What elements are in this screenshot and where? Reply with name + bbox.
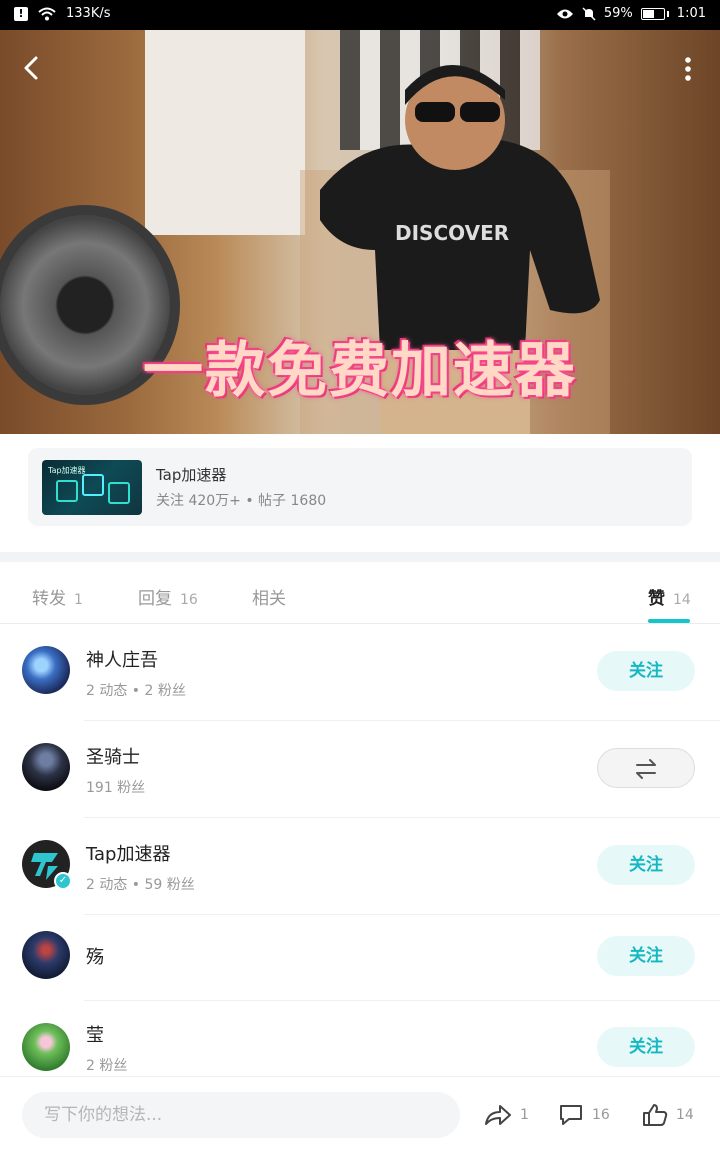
user-name[interactable]: 圣骑士 (86, 743, 140, 769)
svg-text:DISCOVER: DISCOVER (395, 221, 509, 245)
app-meta: 关注 420万+ • 帖子 1680 (156, 493, 327, 509)
battery-icon (640, 7, 669, 20)
avatar[interactable] (22, 646, 70, 694)
like-button[interactable]: 14 (642, 1103, 694, 1127)
user-name[interactable]: 神人庄吾 (86, 646, 158, 672)
tab-count: 14 (673, 592, 691, 608)
tab-bar: 转发 1 回复 16 相关 赞 14 (0, 562, 720, 624)
user-stats: 2 粉丝 (86, 1058, 128, 1074)
follow-button[interactable]: 关注 (597, 651, 695, 691)
bottom-action-bar: 1 16 14 (0, 1076, 720, 1152)
user-stats: 2 动态 • 59 粉丝 (86, 877, 195, 893)
active-tab-indicator (648, 619, 690, 623)
tab-label: 转发 (32, 589, 66, 609)
tab-count: 16 (180, 592, 198, 608)
user-stats: 2 动态 • 2 粉丝 (86, 683, 186, 699)
comment-icon (560, 1105, 582, 1125)
app-thumbnail: Tap加速器 (42, 460, 142, 515)
user-stats: 191 粉丝 (86, 780, 146, 796)
list-item[interactable]: ✓ Tap加速器 2 动态 • 59 粉丝 关注 (0, 818, 720, 915)
video-caption: 一款免费加速器 (143, 336, 577, 406)
user-name[interactable]: Tap加速器 (86, 840, 170, 866)
like-count: 14 (676, 1107, 694, 1123)
list-item[interactable]: 神人庄吾 2 动态 • 2 粉丝 关注 (0, 624, 720, 721)
mutual-follow-button[interactable] (597, 748, 695, 788)
wifi-icon (38, 7, 56, 20)
avatar[interactable] (22, 1023, 70, 1071)
share-count: 1 (520, 1107, 529, 1123)
app-name: Tap加速器 (156, 466, 227, 484)
list-item[interactable]: 莹 2 粉丝 关注 (0, 1001, 720, 1076)
avatar[interactable] (22, 743, 70, 791)
user-name[interactable]: 莹 (86, 1021, 104, 1047)
avatar[interactable] (22, 931, 70, 979)
tab-label: 回复 (138, 589, 172, 609)
share-icon (485, 1105, 511, 1125)
tab-label: 赞 (648, 589, 665, 609)
more-options-icon[interactable] (684, 56, 692, 82)
follow-button[interactable]: 关注 (597, 936, 695, 976)
comment-count: 16 (592, 1107, 610, 1123)
thumbs-up-icon (643, 1104, 668, 1126)
swap-arrows-icon (636, 759, 656, 779)
list-item[interactable]: 殇 关注 (0, 915, 720, 1001)
network-speed: 133K/s (66, 6, 111, 21)
app-thumbnail-label: Tap加速器 (48, 466, 86, 475)
follow-button[interactable]: 关注 (597, 845, 695, 885)
background-poster (145, 30, 305, 235)
tab-count: 1 (74, 592, 83, 608)
verified-badge-icon: ✓ (54, 872, 72, 890)
comment-input[interactable] (22, 1092, 460, 1138)
tab-likes[interactable]: 赞 14 (648, 584, 691, 609)
status-bar: ! 133K/s 59% 1:01 (0, 0, 720, 30)
tab-related[interactable]: 相关 (252, 584, 286, 609)
section-divider (0, 552, 720, 562)
tab-replies[interactable]: 回复 16 (138, 584, 198, 609)
linked-app-card[interactable]: Tap加速器 Tap加速器 关注 420万+ • 帖子 1680 (28, 448, 692, 526)
eye-icon (556, 9, 573, 18)
list-item[interactable]: 圣骑士 191 粉丝 (0, 721, 720, 818)
user-name[interactable]: 殇 (86, 943, 104, 969)
share-button[interactable]: 1 (484, 1103, 529, 1127)
alert-icon: ! (14, 6, 28, 21)
tab-label: 相关 (252, 589, 286, 609)
post-media[interactable]: DISCOVER 一款免费加速器 (0, 30, 720, 434)
battery-percent: 59% (603, 6, 633, 21)
tab-reposts[interactable]: 转发 1 (32, 584, 83, 609)
mute-icon (582, 6, 596, 21)
comment-button[interactable]: 16 (558, 1103, 610, 1127)
follow-button[interactable]: 关注 (597, 1027, 695, 1067)
battery-fill (642, 9, 654, 18)
clock: 1:01 (676, 6, 706, 21)
back-arrow-icon[interactable] (18, 54, 46, 82)
